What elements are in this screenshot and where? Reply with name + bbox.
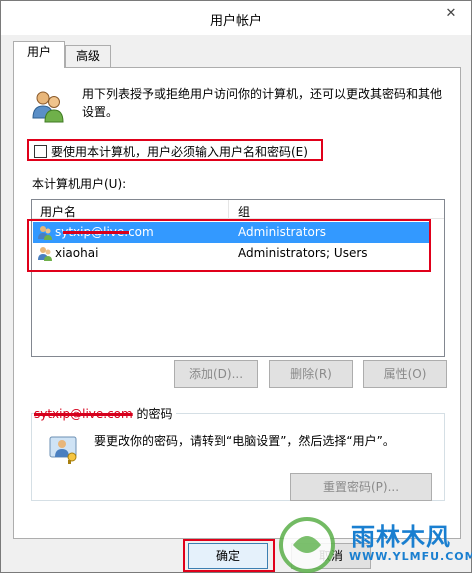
properties-button[interactable]: 属性(O) [363, 360, 447, 388]
tab-advanced[interactable]: 高级 [65, 45, 111, 67]
highlight-box-ok [183, 539, 275, 572]
remove-user-button[interactable]: 删除(R) [269, 360, 353, 388]
user-accounts-dialog: 用户帐户 ✕ 用户 高级 用下列表授予或拒绝用户访问你的计算机，还可以更改其密码… [0, 0, 472, 573]
tab-users[interactable]: 用户 [13, 41, 65, 68]
window-title: 用户帐户 [209, 14, 262, 29]
require-password-option[interactable]: 要使用本计算机，用户必须输入用户名和密码(E) [27, 139, 323, 161]
watermark-name: 雨林木风 [351, 523, 451, 551]
users-icon [32, 91, 64, 123]
require-password-label[interactable]: 要使用本计算机，用户必须输入用户名和密码(E) [51, 143, 308, 160]
require-password-checkbox[interactable] [34, 145, 47, 158]
add-user-button[interactable]: 添加(D)... [174, 360, 258, 388]
password-instructions: 要更改你的密码，请转到“电脑设置”，然后选择“用户”。 [94, 434, 395, 448]
highlight-box-users [27, 219, 431, 272]
column-divider[interactable] [228, 200, 229, 219]
password-legend-user: sytxip@live.com [34, 407, 133, 421]
password-group-legend: sytxip@live.com 的密码 [34, 405, 176, 422]
title-bar: 用户帐户 ✕ [1, 1, 471, 35]
users-list-header: 用户名 组 [32, 200, 444, 219]
watermark-site: WWW.YLMFU.COM [349, 550, 472, 563]
users-list-label: 本计算机用户(U): [32, 177, 127, 191]
intro-text: 用下列表授予或拒绝用户访问你的计算机，还可以更改其密码和其他设置。 [82, 87, 443, 119]
column-header-username[interactable]: 用户名 [40, 203, 76, 220]
password-legend-suffix: 的密码 [136, 407, 173, 421]
column-header-group[interactable]: 组 [238, 203, 250, 220]
user-key-icon [49, 436, 77, 464]
users-tab-panel: 用下列表授予或拒绝用户访问你的计算机，还可以更改其密码和其他设置。 要使用本计算… [13, 67, 461, 539]
close-button[interactable]: ✕ [441, 5, 461, 23]
